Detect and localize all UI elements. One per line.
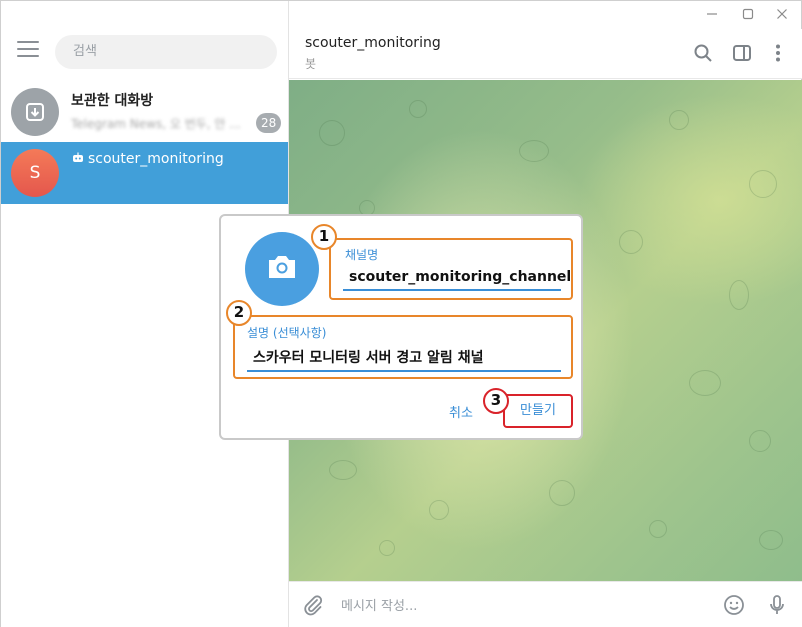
chat-item-scouter-monitoring[interactable]: S scouter_monitoring xyxy=(1,142,288,204)
chat-name-text: scouter_monitoring xyxy=(88,151,224,167)
description-underline xyxy=(247,370,561,372)
chat-name: scouter_monitoring xyxy=(71,151,224,169)
close-icon[interactable] xyxy=(771,5,793,23)
channel-photo-button[interactable] xyxy=(245,232,319,306)
avatar: S xyxy=(11,149,59,197)
unread-badge: 28 xyxy=(256,113,282,133)
description-label: 설명 (선택사항) xyxy=(247,326,327,340)
sidebar-toggle-icon[interactable] xyxy=(731,42,753,64)
chat-title[interactable]: scouter_monitoring xyxy=(305,35,441,51)
description-input[interactable]: 스카우터 모니터링 서버 경고 알림 채널 xyxy=(253,347,483,367)
step-marker: 1 xyxy=(311,224,337,250)
step-marker: 2 xyxy=(226,300,252,326)
menu-icon[interactable] xyxy=(17,41,39,59)
cancel-button[interactable]: 취소 xyxy=(449,402,473,421)
minimize-icon[interactable] xyxy=(701,5,723,23)
archive-icon xyxy=(11,88,59,136)
bot-icon xyxy=(71,151,85,169)
microphone-icon[interactable] xyxy=(765,593,789,617)
message-composer: 메시지 작성... xyxy=(289,581,802,627)
chat-item-archived[interactable]: 보관한 대화방 Telegram News, 오 번두, 안 ... 28 xyxy=(1,81,288,143)
step-marker: 3 xyxy=(483,388,509,414)
channel-name-input[interactable]: scouter_monitoring_channel xyxy=(349,269,571,285)
create-button[interactable]: 만들기 xyxy=(503,394,573,428)
chat-name: 보관한 대화방 xyxy=(71,93,154,109)
telegram-window: 검색 보관한 대화방 Telegram News, 오 번두, 안 ... 28… xyxy=(0,0,802,627)
channel-name-label: 채널명 xyxy=(345,248,379,262)
emoji-icon[interactable] xyxy=(722,593,746,617)
chat-header: scouter_monitoring 봇 xyxy=(289,29,802,79)
channel-name-underline xyxy=(343,289,561,291)
more-icon[interactable] xyxy=(767,42,789,64)
new-channel-dialog: 1 채널명 scouter_monitoring_channel 2 설명 (선… xyxy=(219,214,583,440)
attach-icon[interactable] xyxy=(301,593,325,617)
search-input[interactable]: 검색 xyxy=(55,35,277,69)
message-input[interactable]: 메시지 작성... xyxy=(341,595,417,614)
search-icon[interactable] xyxy=(692,42,714,64)
maximize-icon[interactable] xyxy=(737,5,759,23)
camera-icon xyxy=(266,253,298,285)
chat-subtitle: 봇 xyxy=(305,57,317,71)
chat-preview: Telegram News, 오 번두, 안 ... xyxy=(71,117,241,131)
